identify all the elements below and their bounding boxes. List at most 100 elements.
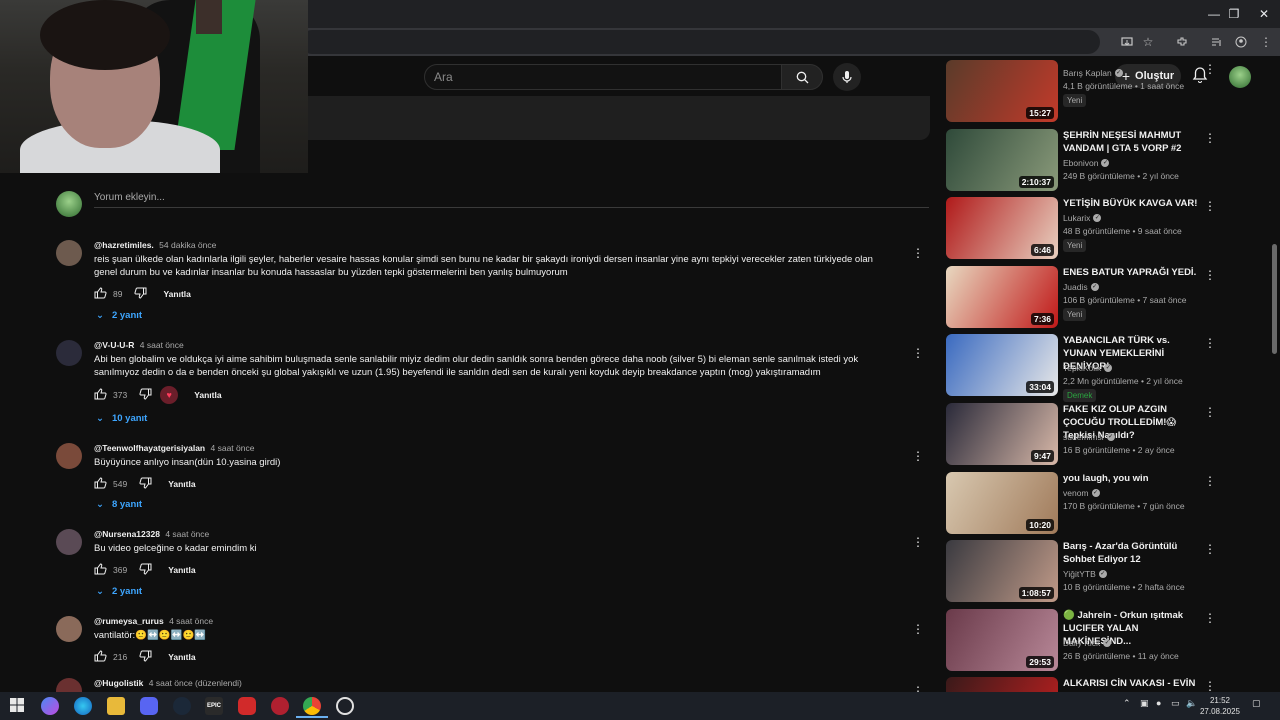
related-video-item[interactable]: 9:47 FAKE KIZ OLUP AZGIN ÇOCUĞU TROLLEDİM…	[946, 403, 1226, 465]
video-thumbnail[interactable]: 29:53	[946, 609, 1058, 671]
comment-author[interactable]: @V-U-U-R	[94, 340, 134, 350]
video-channel[interactable]: sudemimsi ✓	[1063, 432, 1115, 442]
related-video-item[interactable]: 2:10:37 ŞEHRİN NEŞESİ MAHMUT VANDAM | GTA…	[946, 129, 1226, 191]
account-avatar[interactable]	[1229, 66, 1251, 88]
video-channel[interactable]: TepkiKolik ✓	[1063, 363, 1113, 373]
video-title[interactable]: YETİŞİN BÜYÜK KAVGA VAR!	[1063, 197, 1203, 210]
comment-more-icon[interactable]: ⋮	[912, 535, 924, 549]
video-more-icon[interactable]: ⋮	[1204, 131, 1216, 145]
related-video-item[interactable]: 7:36 ENES BATUR YAPRAĞI YEDİ. Juadis ✓ 106 B…	[946, 266, 1226, 328]
discord-icon[interactable]	[140, 697, 158, 715]
related-video-item[interactable]: 29:53 🟢 Jahrein - Orkun ışıtmak LUCIFER Y…	[946, 609, 1226, 671]
network-icon[interactable]: ▭	[1171, 698, 1180, 709]
steam-icon[interactable]	[173, 697, 191, 715]
obs-icon[interactable]	[336, 697, 354, 715]
voice-search-button[interactable]	[833, 63, 861, 91]
reply-button[interactable]: Yanıtla	[168, 479, 195, 489]
video-channel[interactable]: Lukarix ✓	[1063, 213, 1102, 223]
video-title[interactable]: ENES BATUR YAPRAĞI YEDİ.	[1063, 266, 1203, 279]
video-more-icon[interactable]: ⋮	[1204, 679, 1216, 693]
dislike-icon[interactable]	[139, 650, 152, 664]
related-video-item[interactable]: 1:08:57 Barış - Azar'da Görüntülü Sohbet …	[946, 540, 1226, 602]
dislike-icon[interactable]	[139, 388, 152, 402]
comment-more-icon[interactable]: ⋮	[912, 449, 924, 463]
video-thumbnail[interactable]: 2:10:37	[946, 129, 1058, 191]
video-thumbnail[interactable]: 7:36	[946, 266, 1058, 328]
video-thumbnail[interactable]: 9:47	[946, 403, 1058, 465]
comment-more-icon[interactable]: ⋮	[912, 684, 924, 692]
video-more-icon[interactable]: ⋮	[1204, 474, 1216, 488]
app-icon[interactable]	[238, 697, 256, 715]
add-comment-input[interactable]: Yorum ekleyin...	[94, 192, 165, 203]
file-explorer-icon[interactable]	[107, 697, 125, 715]
show-replies-button[interactable]: ⌄ 2 yanıt	[96, 586, 142, 597]
comment-author[interactable]: @Hugolistik	[94, 678, 143, 688]
video-thumbnail[interactable]: 6:46	[946, 197, 1058, 259]
related-video-item[interactable]: 6:46 YETİŞİN BÜYÜK KAVGA VAR! Lukarix ✓ 48 B…	[946, 197, 1226, 259]
video-more-icon[interactable]: ⋮	[1204, 611, 1216, 625]
video-thumbnail[interactable]: 1:08:57	[946, 540, 1058, 602]
dislike-icon[interactable]	[139, 563, 152, 577]
video-title[interactable]: you laugh, you win	[1063, 472, 1203, 485]
comment-author[interactable]: @Nursena12328	[94, 529, 160, 539]
avatar[interactable]	[56, 443, 82, 469]
comment-time[interactable]: 4 saat önce (düzenlendi)	[149, 678, 242, 688]
address-bar[interactable]	[300, 30, 1100, 54]
edge-icon[interactable]	[74, 697, 92, 715]
windows-start-icon[interactable]	[9, 697, 27, 715]
avatar[interactable]	[56, 678, 82, 692]
media-control-icon[interactable]	[1208, 33, 1226, 51]
video-channel[interactable]: Barış Kaplan ✓	[1063, 68, 1123, 78]
comment-more-icon[interactable]: ⋮	[912, 622, 924, 636]
show-replies-button[interactable]: ⌄ 8 yanıt	[96, 499, 142, 510]
related-video-item[interactable]: 10:20 you laugh, you win venom ✓ 170 B görün…	[946, 472, 1226, 534]
avatar[interactable]	[56, 240, 82, 266]
avatar[interactable]	[56, 529, 82, 555]
search-button[interactable]	[781, 64, 823, 90]
comment-time[interactable]: 54 dakika önce	[159, 240, 216, 250]
related-video-item[interactable]: 33:04 YABANCILAR TÜRK vs. YUNAN YEMEKLERİ…	[946, 334, 1226, 402]
dislike-icon[interactable]	[134, 287, 147, 301]
avatar[interactable]	[56, 616, 82, 642]
reply-button[interactable]: Yanıtla	[163, 289, 190, 299]
video-thumbnail[interactable]: 15:27	[946, 60, 1058, 122]
comment-time[interactable]: 4 saat önce	[169, 616, 213, 626]
browser-menu-icon[interactable]: ⋮	[1257, 33, 1275, 51]
comment-time[interactable]: 4 saat önce	[211, 443, 255, 453]
comment-more-icon[interactable]: ⋮	[912, 346, 924, 360]
avatar[interactable]	[56, 340, 82, 366]
video-more-icon[interactable]: ⋮	[1204, 336, 1216, 350]
video-channel[interactable]: venom ✓	[1063, 488, 1100, 498]
dislike-icon[interactable]	[139, 477, 152, 491]
like-icon[interactable]	[94, 650, 107, 664]
video-title[interactable]: ŞEHRİN NEŞESİ MAHMUT VANDAM | GTA 5 VORP…	[1063, 129, 1203, 155]
install-app-icon[interactable]	[1118, 33, 1136, 51]
epic-games-icon[interactable]: EPIC	[205, 697, 223, 715]
video-thumbnail[interactable]: 33:04	[946, 334, 1058, 396]
comment-time[interactable]: 4 saat önce	[140, 340, 184, 350]
comment-author[interactable]: @hazretimiles.	[94, 240, 154, 250]
video-more-icon[interactable]: ⋮	[1204, 199, 1216, 213]
video-description-box[interactable]	[308, 96, 930, 140]
microphone-tray-icon[interactable]: ●	[1156, 698, 1161, 708]
show-replies-button[interactable]: ⌄ 10 yanıt	[96, 413, 147, 424]
video-channel[interactable]: Ebonivon ✓	[1063, 158, 1110, 168]
extensions-icon[interactable]	[1173, 33, 1191, 51]
related-video-item[interactable]: 15:27 Barış Kaplan ✓ 4,1 B görüntüleme • 1 …	[946, 60, 1226, 122]
scrollbar-thumb[interactable]	[1272, 244, 1277, 354]
reply-button[interactable]: Yanıtla	[168, 565, 195, 575]
video-more-icon[interactable]: ⋮	[1204, 542, 1216, 556]
video-channel[interactable]: Juadis ✓	[1063, 282, 1099, 292]
like-icon[interactable]	[94, 563, 107, 577]
like-icon[interactable]	[94, 287, 107, 301]
video-more-icon[interactable]: ⋮	[1204, 268, 1216, 282]
comment-more-icon[interactable]: ⋮	[912, 246, 924, 260]
video-title[interactable]: ALKARISI CİN VAKASI - EVİN	[1063, 677, 1203, 690]
notifications-tray-icon[interactable]: ▢	[1252, 698, 1261, 709]
show-replies-button[interactable]: ⌄ 2 yanıt	[96, 310, 142, 321]
video-thumbnail[interactable]: 10:20	[946, 472, 1058, 534]
tray-icon[interactable]: ▣	[1140, 698, 1149, 709]
search-input[interactable]	[424, 64, 782, 90]
chrome-icon[interactable]	[303, 697, 321, 715]
comment-author[interactable]: @rumeysa_rurus	[94, 616, 164, 626]
